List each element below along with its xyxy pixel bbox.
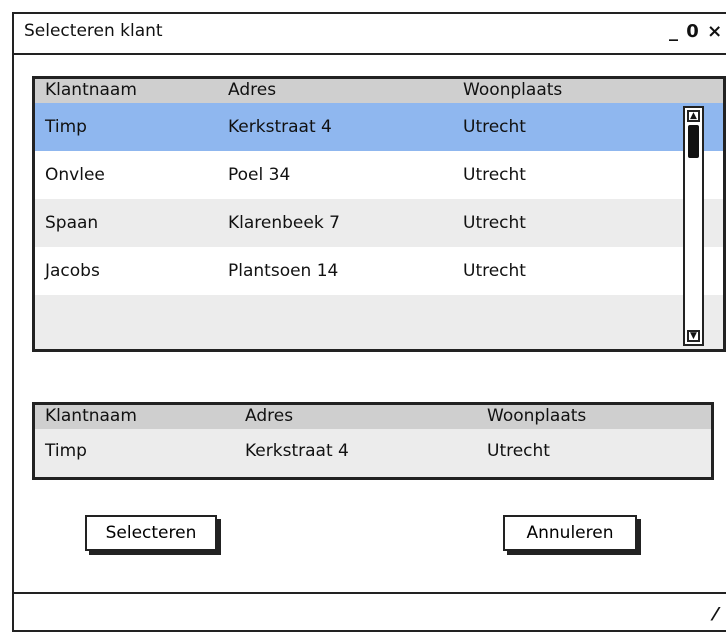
cell-adres: Poel 34 [228,165,291,185]
cell-woonplaats: Utrecht [463,117,526,137]
title-bar[interactable]: Selecteren klant _ 0 × [14,14,726,55]
customer-table: Klantnaam Adres Woonplaats Timp Kerkstra… [32,76,726,352]
cell-klantnaam: Timp [45,441,87,461]
cell-woonplaats: Utrecht [487,441,550,461]
cell-adres: Plantsoen 14 [228,261,339,281]
scroll-down-icon[interactable]: ▼ [687,330,700,342]
cell-adres: Kerkstraat 4 [245,441,349,461]
table-row[interactable]: Timp Kerkstraat 4 Utrecht [35,103,723,151]
vertical-scrollbar[interactable]: ▲ ▼ [683,106,704,346]
column-header-adres[interactable]: Adres [228,80,276,100]
close-icon[interactable]: × [707,21,723,42]
cell-klantnaam: Jacobs [45,261,100,281]
selected-customer-table: Klantnaam Adres Woonplaats Timp Kerkstra… [32,402,714,480]
table-row[interactable]: Spaan Klarenbeek 7 Utrecht [35,199,723,247]
empty-row [35,295,723,349]
column-header-adres: Adres [245,406,294,426]
cell-klantnaam: Onvlee [45,165,105,185]
cell-klantnaam: Timp [45,117,87,137]
table-row[interactable]: Onvlee Poel 34 Utrecht [35,151,723,199]
scrollbar-thumb[interactable] [688,125,699,158]
table-header: Klantnaam Adres Woonplaats [35,79,723,103]
column-header-woonplaats: Woonplaats [487,406,587,426]
cell-woonplaats: Utrecht [463,213,526,233]
column-header-klantnaam[interactable]: Klantnaam [45,80,137,100]
window-controls: _ 0 × [669,21,723,42]
window-title: Selecteren klant [24,21,163,41]
select-button[interactable]: Selecteren [85,515,217,551]
cell-klantnaam: Spaan [45,213,99,233]
table-row: Timp Kerkstraat 4 Utrecht [35,429,711,477]
cell-woonplaats: Utrecht [463,165,526,185]
table-row[interactable]: Jacobs Plantsoen 14 Utrecht [35,247,723,295]
minimize-icon[interactable]: _ [669,21,679,42]
resize-grip-icon[interactable]: ⁄ [714,604,717,625]
status-bar-divider [14,592,726,594]
cell-woonplaats: Utrecht [463,261,526,281]
column-header-woonplaats[interactable]: Woonplaats [463,80,562,100]
table-header: Klantnaam Adres Woonplaats [35,405,711,429]
cell-adres: Kerkstraat 4 [228,117,332,137]
cell-adres: Klarenbeek 7 [228,213,340,233]
cancel-button[interactable]: Annuleren [503,515,637,551]
scroll-up-icon[interactable]: ▲ [687,110,700,122]
maximize-icon[interactable]: 0 [686,21,700,42]
column-header-klantnaam: Klantnaam [45,406,137,426]
